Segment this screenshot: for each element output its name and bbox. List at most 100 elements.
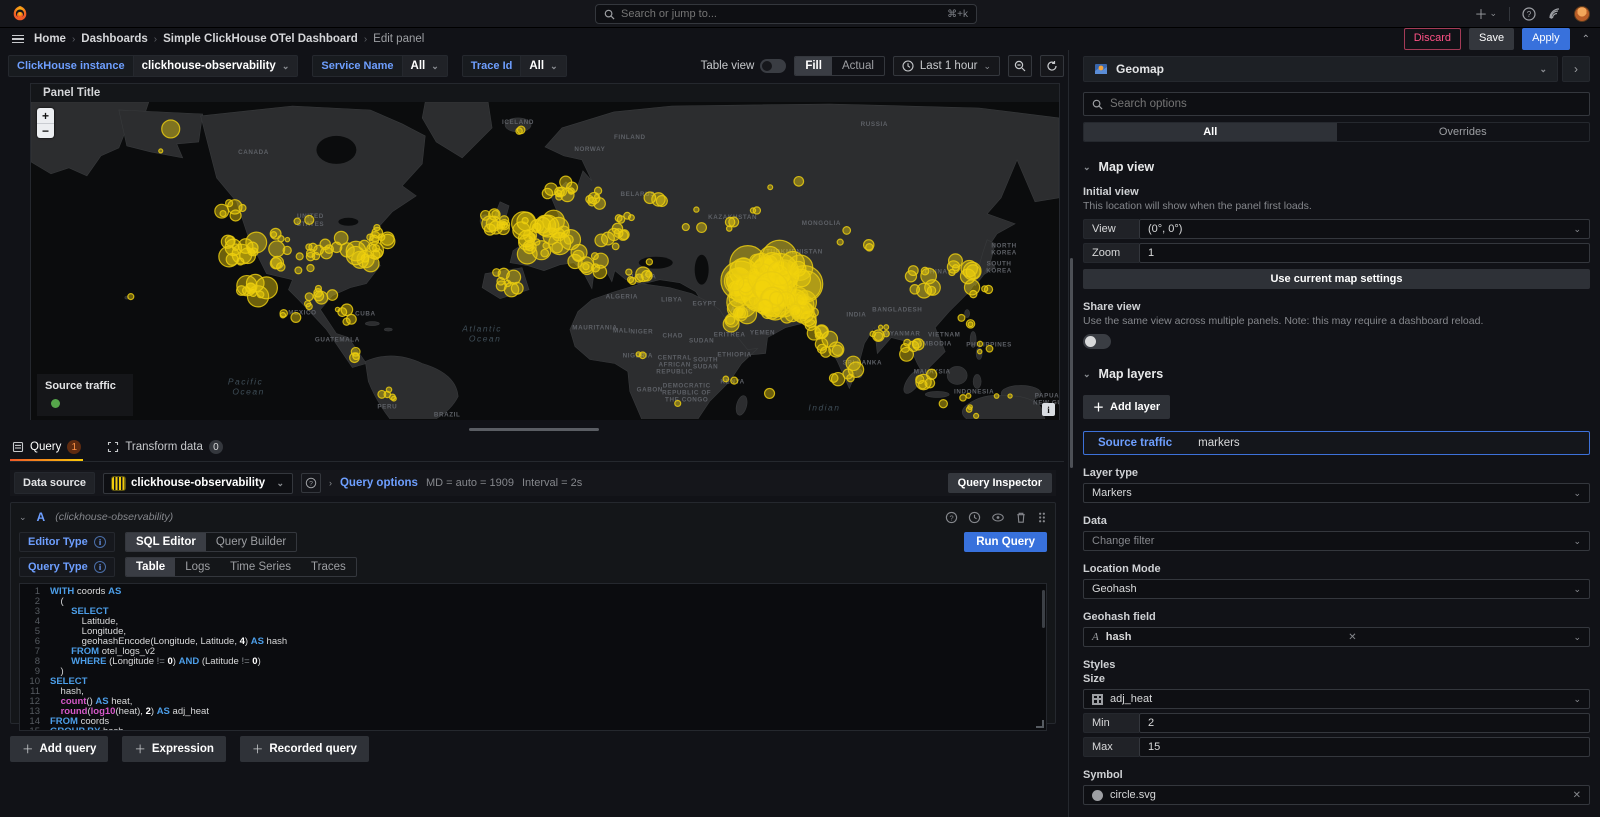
map-marker[interactable] <box>219 246 240 267</box>
layer-item-source-traffic[interactable]: Source traffic markers <box>1083 431 1590 455</box>
map-marker[interactable] <box>977 341 982 346</box>
map-marker[interactable] <box>159 149 163 153</box>
map-marker[interactable] <box>628 277 634 283</box>
map-marker[interactable] <box>306 244 312 250</box>
share-view-toggle[interactable] <box>1083 334 1111 349</box>
map-marker[interactable] <box>626 269 632 275</box>
editor-scrollbar[interactable] <box>1042 590 1045 628</box>
map-marker[interactable] <box>320 239 330 249</box>
map-marker[interactable] <box>794 177 804 187</box>
map-marker[interactable] <box>974 413 979 418</box>
apply-button[interactable]: Apply <box>1522 28 1570 49</box>
editor-type-query-builder[interactable]: Query Builder <box>206 533 296 551</box>
add-menu-button[interactable]: ＋ ⌄ <box>1474 4 1497 23</box>
map-marker[interactable] <box>568 188 574 194</box>
map-marker[interactable] <box>961 260 977 276</box>
pane-splitter[interactable] <box>0 424 1068 434</box>
breadcrumb-item-edit-panel[interactable]: Edit panel <box>373 33 424 45</box>
map-marker[interactable] <box>594 187 601 194</box>
map-marker[interactable] <box>921 268 937 284</box>
map-marker[interactable] <box>874 332 882 340</box>
map-marker[interactable] <box>729 217 739 227</box>
collapse-header-icon[interactable]: ⌃ <box>1582 34 1590 45</box>
map-marker[interactable] <box>619 230 629 240</box>
map-marker[interactable] <box>226 200 233 207</box>
query-history-icon[interactable] <box>968 511 981 524</box>
map-marker[interactable] <box>391 396 396 401</box>
map-marker[interactable] <box>656 196 667 207</box>
map-marker[interactable] <box>296 253 303 260</box>
map-marker[interactable] <box>505 280 511 286</box>
location-mode-select[interactable]: Geohash⌄ <box>1083 579 1590 599</box>
query-type-table[interactable]: Table <box>126 558 175 576</box>
map-marker[interactable] <box>370 232 380 242</box>
map-marker[interactable] <box>351 347 360 356</box>
map-marker[interactable] <box>765 388 775 398</box>
editor-resize-handle[interactable] <box>1036 720 1044 728</box>
map-marker[interactable] <box>639 352 646 359</box>
menu-toggle-icon[interactable] <box>10 33 26 46</box>
map-marker[interactable] <box>492 210 499 217</box>
variable-value-dropdown[interactable]: All⌄ <box>521 55 566 77</box>
save-button[interactable]: Save <box>1469 28 1514 49</box>
query-ref-id[interactable]: A <box>37 510 46 524</box>
map-marker[interactable] <box>581 262 594 275</box>
map-marker[interactable] <box>797 293 810 306</box>
map-marker[interactable] <box>516 128 522 134</box>
map-marker[interactable] <box>916 375 924 383</box>
map-zoom-out-button[interactable]: − <box>37 123 54 138</box>
map-marker[interactable] <box>694 207 699 212</box>
map-marker[interactable] <box>280 312 285 317</box>
map-attribution-button[interactable]: i <box>1042 403 1055 416</box>
info-icon[interactable]: i <box>94 536 106 548</box>
map-marker[interactable] <box>966 320 974 328</box>
map-marker[interactable] <box>964 280 979 295</box>
map-marker[interactable] <box>731 377 738 384</box>
recorded-query-button[interactable]: ＋Recorded query <box>240 736 369 762</box>
map-marker[interactable] <box>334 231 348 245</box>
query-options-toggle[interactable]: Query options <box>340 477 418 489</box>
map-marker[interactable] <box>305 293 313 301</box>
global-search[interactable]: ⌘+k <box>595 4 977 24</box>
datasource-picker[interactable]: clickhouse-observability ⌄ <box>103 473 293 494</box>
section-map-layers[interactable]: ⌄Map layers <box>1083 367 1590 381</box>
layer-type-select[interactable]: Markers⌄ <box>1083 483 1590 503</box>
grafana-logo-icon[interactable] <box>10 4 30 24</box>
time-range-picker[interactable]: Last 1 hour ⌄ <box>893 56 1000 76</box>
size-field-select[interactable]: adj_heat⌄ <box>1083 689 1590 709</box>
map-marker[interactable] <box>846 356 860 370</box>
visualization-picker[interactable]: Geomap ⌄ <box>1083 56 1558 82</box>
add-layer-button[interactable]: ＋Add layer <box>1083 395 1170 419</box>
map-marker[interactable] <box>986 345 993 352</box>
data-filter-select[interactable]: Change filter⌄ <box>1083 531 1590 551</box>
map-marker[interactable] <box>237 286 247 296</box>
tab-transform-data[interactable]: Transform data0 <box>105 438 225 460</box>
refresh-button[interactable] <box>1040 55 1064 77</box>
map-marker[interactable] <box>343 318 350 325</box>
query-type-traces[interactable]: Traces <box>301 558 356 576</box>
map-marker[interactable] <box>750 254 764 268</box>
query-help-icon[interactable]: ? <box>945 511 958 524</box>
run-query-button[interactable]: Run Query <box>964 532 1047 552</box>
map-marker[interactable] <box>815 325 829 339</box>
map-marker[interactable] <box>966 407 972 413</box>
breadcrumb-item-home[interactable]: Home <box>34 33 66 45</box>
geomap-canvas[interactable]: CANADAUNITEDSTATESMEXICOCUBAGUATEMALAPER… <box>31 102 1059 420</box>
map-marker[interactable] <box>908 266 918 276</box>
query-type-logs[interactable]: Logs <box>175 558 220 576</box>
map-marker[interactable] <box>220 211 226 217</box>
map-marker[interactable] <box>373 249 382 258</box>
datasource-help-button[interactable]: ? <box>301 473 321 493</box>
options-scrollbar[interactable] <box>1070 258 1073 468</box>
map-marker[interactable] <box>246 283 255 292</box>
map-marker[interactable] <box>230 210 241 221</box>
map-marker[interactable] <box>307 264 314 271</box>
map-marker[interactable] <box>847 374 854 381</box>
geohash-field-select[interactable]: A hash ✕⌄ <box>1083 627 1590 647</box>
map-marker[interactable] <box>285 237 289 241</box>
map-marker[interactable] <box>541 249 549 257</box>
map-marker[interactable] <box>306 252 314 260</box>
options-search-input[interactable] <box>1110 98 1581 110</box>
map-marker[interactable] <box>359 240 370 251</box>
map-marker[interactable] <box>295 267 302 274</box>
